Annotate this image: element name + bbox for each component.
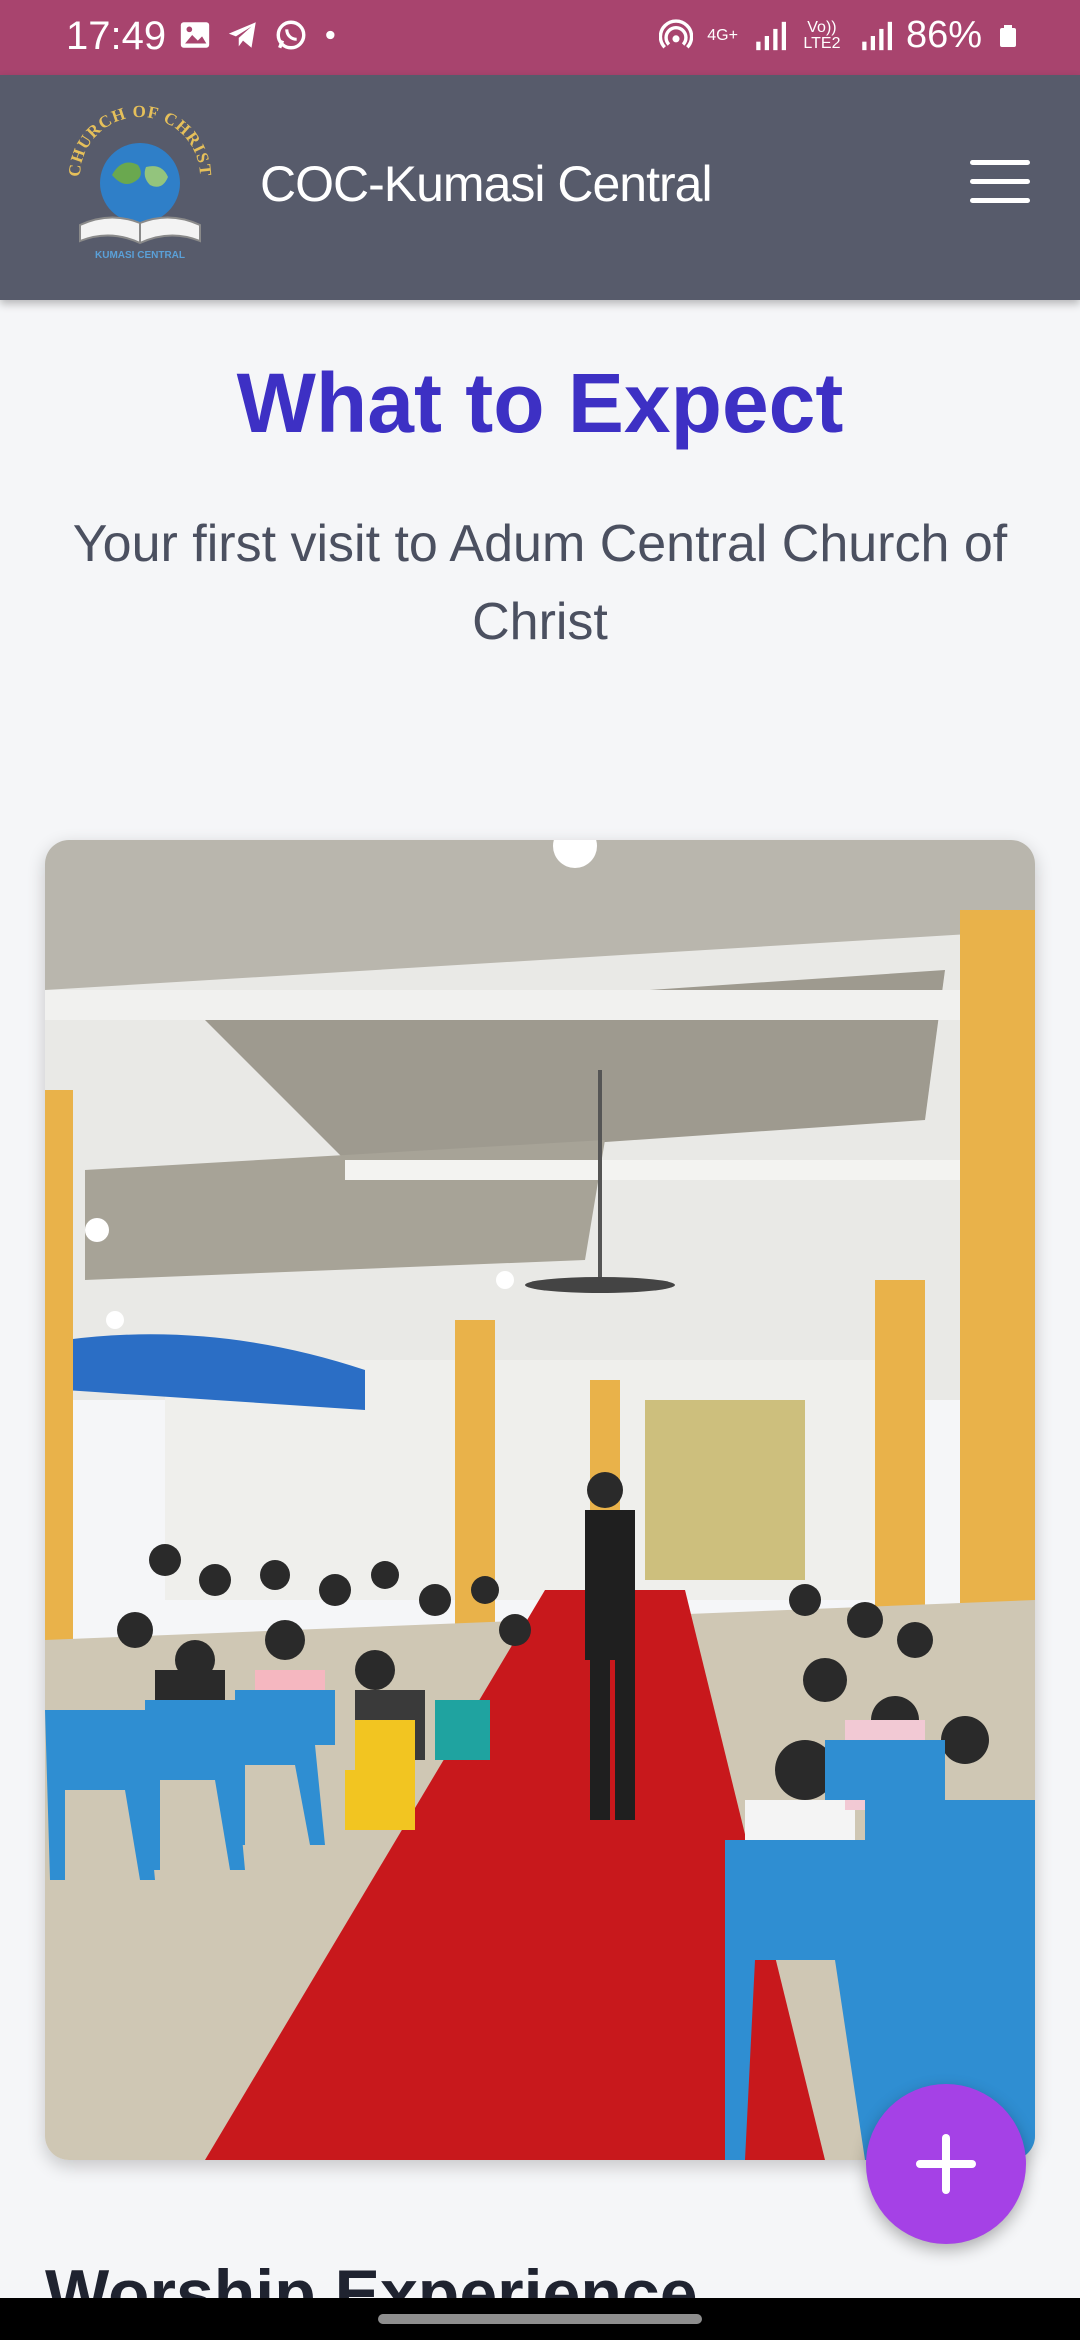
site-title[interactable]: COC-Kumasi Central xyxy=(260,155,713,213)
home-gesture-handle[interactable] xyxy=(378,2314,702,2324)
status-right: 4G+ Vo)) LTE2 86% xyxy=(659,14,1020,57)
page-subtitle: Your first visit to Adum Central Church … xyxy=(72,515,1008,651)
battery-icon xyxy=(1000,24,1016,47)
hotspot-icon xyxy=(659,18,694,48)
notification-icons xyxy=(178,18,342,52)
page-title: What to Expect xyxy=(236,356,844,450)
svg-text:KUMASI CENTRAL: KUMASI CENTRAL xyxy=(95,250,185,261)
church-logo[interactable]: CHURCH OF CHRIST KUMASI CENTRAL xyxy=(60,105,220,265)
signal-icon xyxy=(862,21,892,50)
add-fab-button[interactable] xyxy=(866,2084,1026,2244)
volte-label: Vo)) LTE2 xyxy=(803,18,841,52)
gallery-icon xyxy=(180,22,210,48)
dot-icon xyxy=(326,30,335,40)
whatsapp-icon xyxy=(276,20,306,50)
signal-icon xyxy=(756,21,786,50)
church-interior-photo xyxy=(45,840,1035,2160)
app-header: CHURCH OF CHRIST KUMASI CENTRAL COC-Kuma… xyxy=(0,75,1080,300)
plus-icon xyxy=(916,2134,976,2194)
telegram-icon xyxy=(228,22,256,48)
hamburger-menu-icon[interactable] xyxy=(970,160,1030,210)
network-type: 4G+ xyxy=(707,26,738,44)
battery-percent: 86% xyxy=(905,14,982,56)
status-time: 17:49 xyxy=(66,14,167,58)
status-bar: 17:49 4G+ Vo)) LTE2 86% xyxy=(0,0,1080,75)
